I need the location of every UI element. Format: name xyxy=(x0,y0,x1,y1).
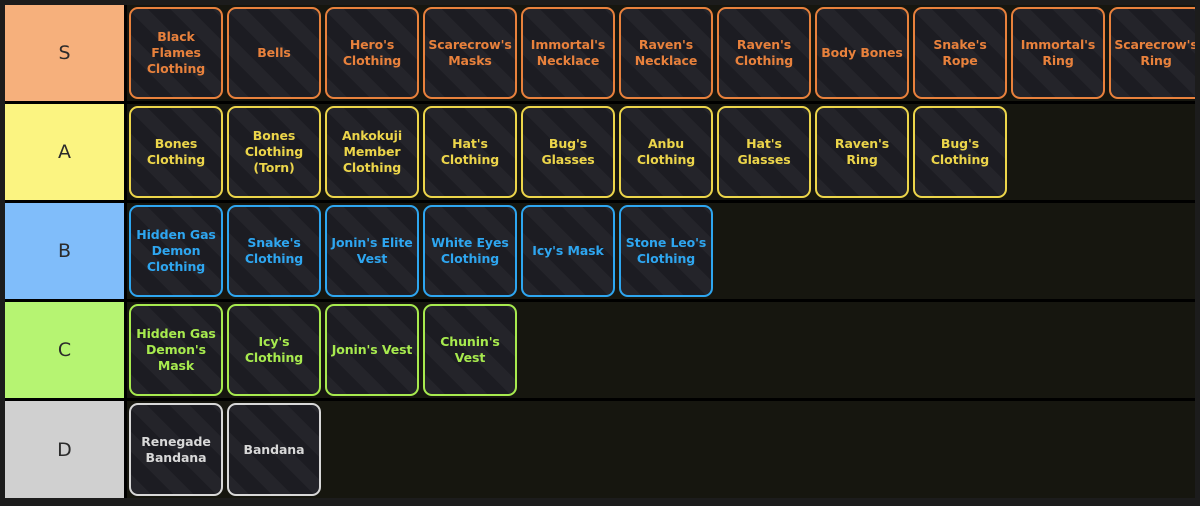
tier-item-label: Hidden Gas Demon Clothing xyxy=(136,227,216,274)
tier-item-label: Bandana xyxy=(243,441,305,457)
tier-item-label: Immortal's Ring xyxy=(1020,37,1096,68)
tier-item-card[interactable]: Bug's Glasses xyxy=(521,106,615,198)
tier-item-label: Bug's Glasses xyxy=(541,136,595,167)
tier-item-label: Bones Clothing (Torn) xyxy=(244,128,304,175)
tier-item-card[interactable]: Scarecrow's Ring xyxy=(1109,7,1195,99)
tier-item-card[interactable]: Chunin's Vest xyxy=(423,304,517,396)
tier-item-label: Raven's Clothing xyxy=(734,37,794,68)
tier-item-label: Hat's Clothing xyxy=(440,136,500,167)
tier-items: Bones Clothing Bones Clothing (Torn) Ankok… xyxy=(127,104,1195,200)
tier-item-label: Body Bones xyxy=(821,45,903,60)
tier-item-label: Renegade Bandana xyxy=(141,433,211,465)
tier-label-s[interactable]: S xyxy=(5,5,127,101)
tier-item-card[interactable]: Hat's Clothing xyxy=(423,106,517,198)
tier-item-card[interactable]: Hat's Glasses xyxy=(717,106,811,198)
tier-item-label: Jonin's Elite Vest xyxy=(331,235,413,266)
tier-item-card[interactable]: Icy's Clothing xyxy=(227,304,321,396)
tier-item-card[interactable]: Bones Clothing (Torn) xyxy=(227,106,321,198)
tier-item-card[interactable]: Raven's Clothing xyxy=(717,7,811,99)
tier-row: A Bones Clothing Bones Clothing (Torn) Anko… xyxy=(5,104,1195,203)
tier-item-card[interactable]: Jonin's Elite Vest xyxy=(325,205,419,297)
tier-item-label: Hat's Glasses xyxy=(737,136,791,167)
tier-item-label: White Eyes Clothing xyxy=(431,235,509,266)
tier-item-card[interactable]: Bells xyxy=(227,7,321,99)
tier-item-card[interactable]: Black Flames Clothing xyxy=(129,7,223,99)
tier-row: D Renegade Bandana Bandana xyxy=(5,401,1195,498)
tier-item-card[interactable]: Hidden Gas Demon's Mask xyxy=(129,304,223,396)
tier-item-label: Stone Leo's Clothing xyxy=(625,235,707,266)
tier-item-card[interactable]: Hero's Clothing xyxy=(325,7,419,99)
tier-item-label: Icy's Clothing xyxy=(244,334,304,365)
tier-label-d[interactable]: D xyxy=(5,401,127,498)
tier-item-card[interactable]: Icy's Mask xyxy=(521,205,615,297)
tier-item-card[interactable]: Bandana xyxy=(227,403,321,496)
tier-item-card[interactable]: Stone Leo's Clothing xyxy=(619,205,713,297)
tier-item-label: Raven's Necklace xyxy=(634,37,698,68)
tier-item-label: Snake's Clothing xyxy=(244,235,304,266)
tier-row: S Black Flames Clothing Bells Hero's Clothi… xyxy=(5,5,1195,104)
tier-item-label: Black Flames Clothing xyxy=(146,29,206,76)
tier-items: Hidden Gas Demon Clothing Snake's Clothin… xyxy=(127,203,1195,299)
tier-item-card[interactable]: White Eyes Clothing xyxy=(423,205,517,297)
tier-item-card[interactable]: Snake's Rope xyxy=(913,7,1007,99)
tier-row: C Hidden Gas Demon's Mask Icy's Clothing Jo… xyxy=(5,302,1195,401)
tier-items: Hidden Gas Demon's Mask Icy's Clothing Jon… xyxy=(127,302,1195,398)
tier-item-card[interactable]: Immortal's Necklace xyxy=(521,7,615,99)
tier-item-label: Icy's Mask xyxy=(532,243,604,258)
tier-item-label: Raven's Ring xyxy=(834,136,890,167)
tier-list-container: S Black Flames Clothing Bells Hero's Clothi… xyxy=(0,0,1200,506)
tier-item-label: Hidden Gas Demon's Mask xyxy=(136,326,216,373)
tier-label-a[interactable]: A xyxy=(5,104,127,200)
tier-item-card[interactable]: Raven's Necklace xyxy=(619,7,713,99)
tier-item-label: Ankokuji Member Clothing xyxy=(341,128,403,175)
tier-item-label: Jonin's Vest xyxy=(331,342,413,357)
tier-item-card[interactable]: Snake's Clothing xyxy=(227,205,321,297)
tier-item-label: Chunin's Vest xyxy=(440,334,500,365)
tier-item-card[interactable]: Hidden Gas Demon Clothing xyxy=(129,205,223,297)
tier-item-card[interactable]: Body Bones xyxy=(815,7,909,99)
tier-item-label: Scarecrow's Masks xyxy=(428,37,512,68)
tier-item-card[interactable]: Raven's Ring xyxy=(815,106,909,198)
tier-item-label: Scarecrow's Ring xyxy=(1114,37,1195,68)
tier-label-c[interactable]: C xyxy=(5,302,127,398)
tier-item-label: Snake's Rope xyxy=(933,37,987,68)
tier-item-label: Bug's Clothing xyxy=(930,136,990,167)
tier-item-card[interactable]: Immortal's Ring xyxy=(1011,7,1105,99)
tier-item-card[interactable]: Bones Clothing xyxy=(129,106,223,198)
tier-items: Black Flames Clothing Bells Hero's Clothin… xyxy=(127,5,1195,101)
tier-row: B Hidden Gas Demon Clothing Snake's Clothi… xyxy=(5,203,1195,302)
tier-item-card[interactable]: Bug's Clothing xyxy=(913,106,1007,198)
tier-items: Renegade Bandana Bandana xyxy=(127,401,1195,498)
tier-item-card[interactable]: Renegade Bandana xyxy=(129,403,223,496)
tier-item-label: Bells xyxy=(257,45,291,60)
tier-item-label: Anbu Clothing xyxy=(636,136,696,167)
tier-item-card[interactable]: Anbu Clothing xyxy=(619,106,713,198)
tier-item-label: Hero's Clothing xyxy=(342,37,402,68)
tier-item-label: Immortal's Necklace xyxy=(530,37,606,68)
tier-item-card[interactable]: Jonin's Vest xyxy=(325,304,419,396)
tier-item-label: Bones Clothing xyxy=(146,136,206,167)
tier-item-card[interactable]: Ankokuji Member Clothing xyxy=(325,106,419,198)
tier-item-card[interactable]: Scarecrow's Masks xyxy=(423,7,517,99)
tier-label-b[interactable]: B xyxy=(5,203,127,299)
